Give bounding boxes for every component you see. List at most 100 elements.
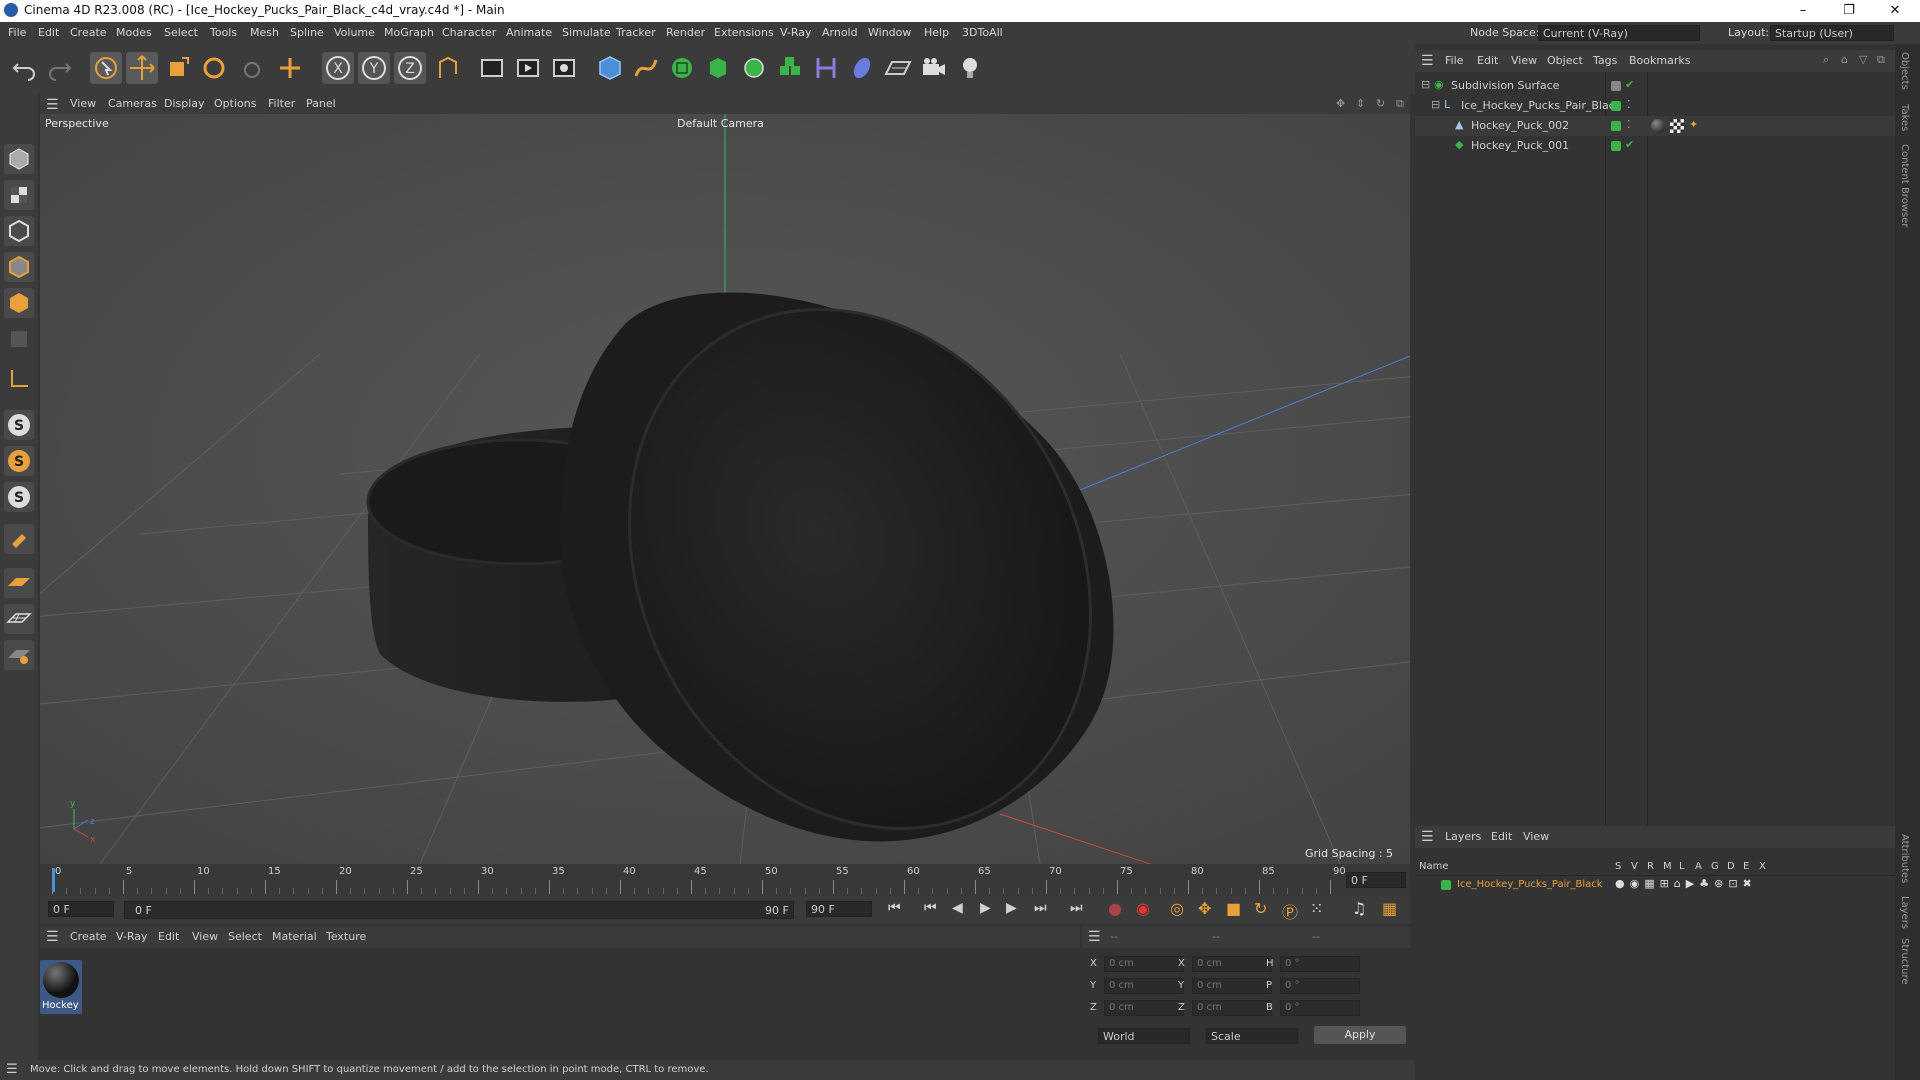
layers-hamburger-icon[interactable]: ☰ bbox=[1421, 829, 1434, 845]
tab-attributes[interactable]: Attributes bbox=[1899, 834, 1910, 883]
next-key-icon[interactable]: ⏭ bbox=[1034, 900, 1047, 916]
visibility-dots-icon[interactable]: ⁚ bbox=[1627, 98, 1631, 111]
layers-menu-layers[interactable]: Layers bbox=[1445, 830, 1481, 843]
live-select-icon[interactable] bbox=[234, 52, 266, 84]
objects-menu-object[interactable]: Object bbox=[1547, 54, 1583, 67]
record-icon[interactable]: ◉ bbox=[1136, 899, 1150, 918]
menu-file[interactable]: File bbox=[8, 26, 26, 39]
search-icon[interactable]: ⌕ bbox=[1823, 53, 1829, 67]
tab-objects[interactable]: Objects bbox=[1899, 52, 1910, 90]
status-hamburger-icon[interactable]: ☰ bbox=[6, 1062, 18, 1077]
coordinates-hamburger-icon[interactable]: ☰ bbox=[1088, 929, 1101, 945]
extrude-icon[interactable] bbox=[702, 52, 734, 84]
material-menu-texture[interactable]: Texture bbox=[326, 930, 366, 943]
objects-hamburger-icon[interactable]: ☰ bbox=[1421, 53, 1434, 69]
objects-menu-tags[interactable]: Tags bbox=[1593, 54, 1617, 67]
model-mode-icon[interactable] bbox=[4, 144, 34, 174]
light-icon[interactable] bbox=[954, 52, 986, 84]
apply-button[interactable]: Apply bbox=[1314, 1026, 1406, 1044]
goto-start-icon[interactable]: ⏮ bbox=[888, 900, 901, 916]
tab-layers[interactable]: Layers bbox=[1899, 896, 1910, 929]
viewport-menu-filter[interactable]: Filter bbox=[268, 97, 295, 110]
grid-icon[interactable] bbox=[4, 604, 34, 634]
undo-icon[interactable] bbox=[8, 52, 40, 84]
viewport-rotate-icon[interactable]: ↻ bbox=[1376, 97, 1385, 110]
layer-row[interactable]: Ice_Hockey_Pucks_Pair_Black ●◉▦⊞⌂▶♣⊛⊡✖ bbox=[1415, 876, 1895, 894]
points-mode-icon[interactable] bbox=[4, 216, 34, 246]
edges-mode-icon[interactable] bbox=[4, 252, 34, 282]
transform-icon[interactable] bbox=[274, 52, 306, 84]
tab-content-browser[interactable]: Content Browser bbox=[1899, 144, 1910, 227]
menu-window[interactable]: Window bbox=[868, 26, 911, 39]
material-hamburger-icon[interactable]: ☰ bbox=[46, 929, 59, 945]
object-row-subdivision[interactable]: ⊟ ◉ Subdivision Surface ✔ bbox=[1415, 76, 1895, 96]
move-tool-icon[interactable] bbox=[126, 52, 158, 84]
prev-frame-icon[interactable]: ◀ bbox=[952, 900, 963, 916]
workplane-icon[interactable] bbox=[4, 568, 34, 598]
start-frame-field[interactable]: 0 F bbox=[48, 901, 114, 917]
maximize-button[interactable]: ❐ bbox=[1826, 0, 1872, 22]
motion-system-icon[interactable]: ♫ bbox=[1352, 899, 1366, 918]
key-rotation-icon[interactable]: ↻ bbox=[1254, 899, 1267, 918]
frame-range-slider[interactable]: 0 F 90 F bbox=[124, 901, 794, 919]
coord-value-field[interactable]: 0 cm bbox=[1192, 1000, 1272, 1016]
render-settings-icon[interactable] bbox=[548, 52, 580, 84]
visibility-dots-icon[interactable]: ⁚ bbox=[1627, 118, 1631, 131]
select-tool-icon[interactable] bbox=[90, 52, 122, 84]
key-scale-icon[interactable]: ■ bbox=[1226, 899, 1241, 918]
tab-takes[interactable]: Takes bbox=[1899, 104, 1910, 131]
prev-key-icon[interactable]: ⏮ bbox=[924, 900, 937, 916]
vray-tag-icon[interactable]: ✦ bbox=[1689, 118, 1698, 131]
render-region-icon[interactable] bbox=[476, 52, 508, 84]
material-menu-select[interactable]: Select bbox=[228, 930, 262, 943]
coordinate-system-icon[interactable] bbox=[432, 52, 464, 84]
expand-icon[interactable]: ⊟ bbox=[1431, 98, 1440, 111]
3d-viewport[interactable]: y z x Perspective Default Camera Grid Sp… bbox=[40, 114, 1410, 864]
menu-create[interactable]: Create bbox=[70, 26, 107, 39]
close-button[interactable]: ✕ bbox=[1872, 0, 1918, 22]
filter-icon[interactable]: ▽ bbox=[1859, 53, 1867, 66]
object-row-puck-001[interactable]: ◆ Hockey_Puck_001 ✔ bbox=[1415, 136, 1895, 156]
layer-color-swatch[interactable] bbox=[1611, 101, 1621, 111]
viewport-menu-view[interactable]: View bbox=[70, 97, 96, 110]
key-position-icon[interactable]: ✥ bbox=[1198, 899, 1211, 918]
object-row-pucks-pair[interactable]: ⊟ L Ice_Hockey_Pucks_Pair_Black ⁚ bbox=[1415, 96, 1895, 116]
layers-menu-view[interactable]: View bbox=[1523, 830, 1549, 843]
home-icon[interactable]: ⌂ bbox=[1841, 53, 1848, 66]
magnet-icon[interactable] bbox=[4, 524, 34, 554]
layer-color-swatch[interactable] bbox=[1611, 141, 1621, 151]
menu-volume[interactable]: Volume bbox=[334, 26, 375, 39]
timeline[interactable]: 0 5 10 15 20 25 30 35 40 45 50 55 60 65 70 75 80 85 90 0 F bbox=[40, 864, 1410, 896]
layer-color-swatch[interactable] bbox=[1611, 121, 1621, 131]
menu-render[interactable]: Render bbox=[666, 26, 705, 39]
viewport-zoom-icon[interactable]: ⇕ bbox=[1356, 97, 1365, 110]
viewport-maximize-icon[interactable]: ⧉ bbox=[1396, 97, 1404, 111]
locked-workplane-icon[interactable] bbox=[4, 640, 34, 670]
coord-value-field[interactable]: 0 ° bbox=[1280, 956, 1360, 972]
cloner-icon[interactable] bbox=[738, 52, 770, 84]
scale-tool-icon[interactable] bbox=[162, 52, 194, 84]
autokey-icon[interactable]: ● bbox=[1108, 899, 1122, 918]
camera-label[interactable]: Default Camera bbox=[677, 117, 764, 130]
menu-spline[interactable]: Spline bbox=[290, 26, 324, 39]
goto-end-icon[interactable]: ⏭ bbox=[1070, 900, 1083, 916]
material-menu-create[interactable]: Create bbox=[70, 930, 107, 943]
enabled-check-icon[interactable]: ✔ bbox=[1625, 78, 1634, 91]
viewport-move-icon[interactable]: ✥ bbox=[1336, 97, 1345, 110]
field-icon[interactable] bbox=[846, 52, 878, 84]
menu-vray[interactable]: V-Ray bbox=[780, 26, 812, 39]
coord-value-field[interactable]: 0 ° bbox=[1280, 978, 1360, 994]
objects-menu-edit[interactable]: Edit bbox=[1477, 54, 1498, 67]
coord-system-select[interactable]: World bbox=[1098, 1028, 1190, 1044]
current-frame-field[interactable]: 0 F bbox=[1346, 872, 1406, 888]
new-window-icon[interactable]: ⧉ bbox=[1877, 53, 1885, 67]
uv-mode-icon[interactable] bbox=[4, 324, 34, 354]
uvw-tag-icon[interactable] bbox=[1670, 119, 1684, 133]
layer-color-swatch[interactable] bbox=[1441, 880, 1451, 890]
menu-select[interactable]: Select bbox=[164, 26, 198, 39]
redo-icon[interactable] bbox=[44, 52, 76, 84]
end-frame-field[interactable]: 90 F bbox=[806, 901, 872, 917]
tab-structure[interactable]: Structure bbox=[1899, 938, 1910, 985]
layer-color-swatch[interactable] bbox=[1611, 81, 1621, 91]
material-menu-edit[interactable]: Edit bbox=[158, 930, 179, 943]
